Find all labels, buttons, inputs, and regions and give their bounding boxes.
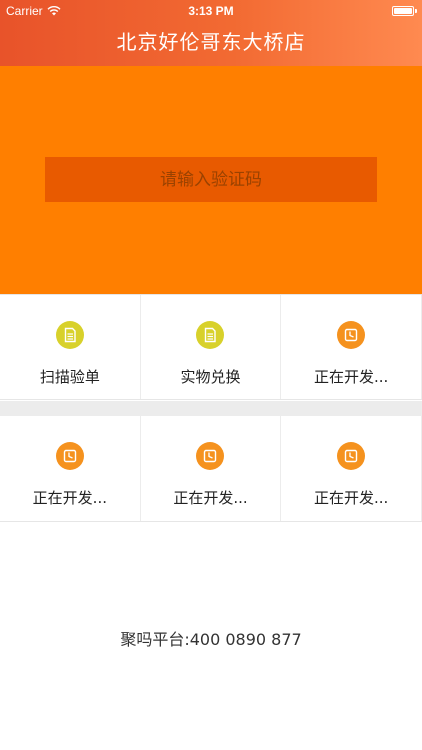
status-bar: Carrier 3:13 PM [0, 0, 422, 22]
grid-item-label: 正在开发... [32, 489, 107, 507]
grid-item-label: 实物兑换 [180, 368, 241, 386]
grid-item-label: 正在开发... [313, 489, 389, 507]
in-development-button-4[interactable]: 正在开发... [281, 416, 422, 521]
clock-icon [337, 442, 366, 470]
function-grid-row-1: 扫描验单 实物兑换 正在开发... [0, 294, 422, 400]
grid-item-label: 正在开发... [173, 489, 248, 507]
verification-panel [0, 66, 422, 294]
grid-item-label: 正在开发... [313, 368, 389, 386]
header: Carrier 3:13 PM 北京好伦哥东大桥店 [0, 0, 422, 66]
clock-icon [196, 442, 225, 470]
in-development-button-3[interactable]: 正在开发... [141, 416, 282, 521]
platform-hotline: 聚吗平台:400 0890 877 [120, 630, 302, 649]
document-icon [55, 321, 84, 349]
in-development-button-2[interactable]: 正在开发... [0, 416, 141, 521]
function-grid-row-2: 正在开发... 正在开发... 正在开发... [0, 416, 422, 522]
clock-icon [55, 442, 84, 470]
scan-verify-button[interactable]: 扫描验单 [0, 295, 141, 399]
document-icon [196, 321, 225, 349]
in-development-button-1[interactable]: 正在开发... [281, 295, 422, 399]
verification-code-input[interactable] [45, 157, 377, 202]
page-title: 北京好伦哥东大桥店 [116, 30, 306, 54]
status-time: 3:13 PM [188, 4, 234, 18]
battery-icon [392, 6, 417, 16]
item-exchange-button[interactable]: 实物兑换 [141, 295, 282, 399]
clock-icon [337, 321, 366, 349]
section-divider [0, 401, 422, 416]
grid-item-label: 扫描验单 [39, 368, 100, 386]
